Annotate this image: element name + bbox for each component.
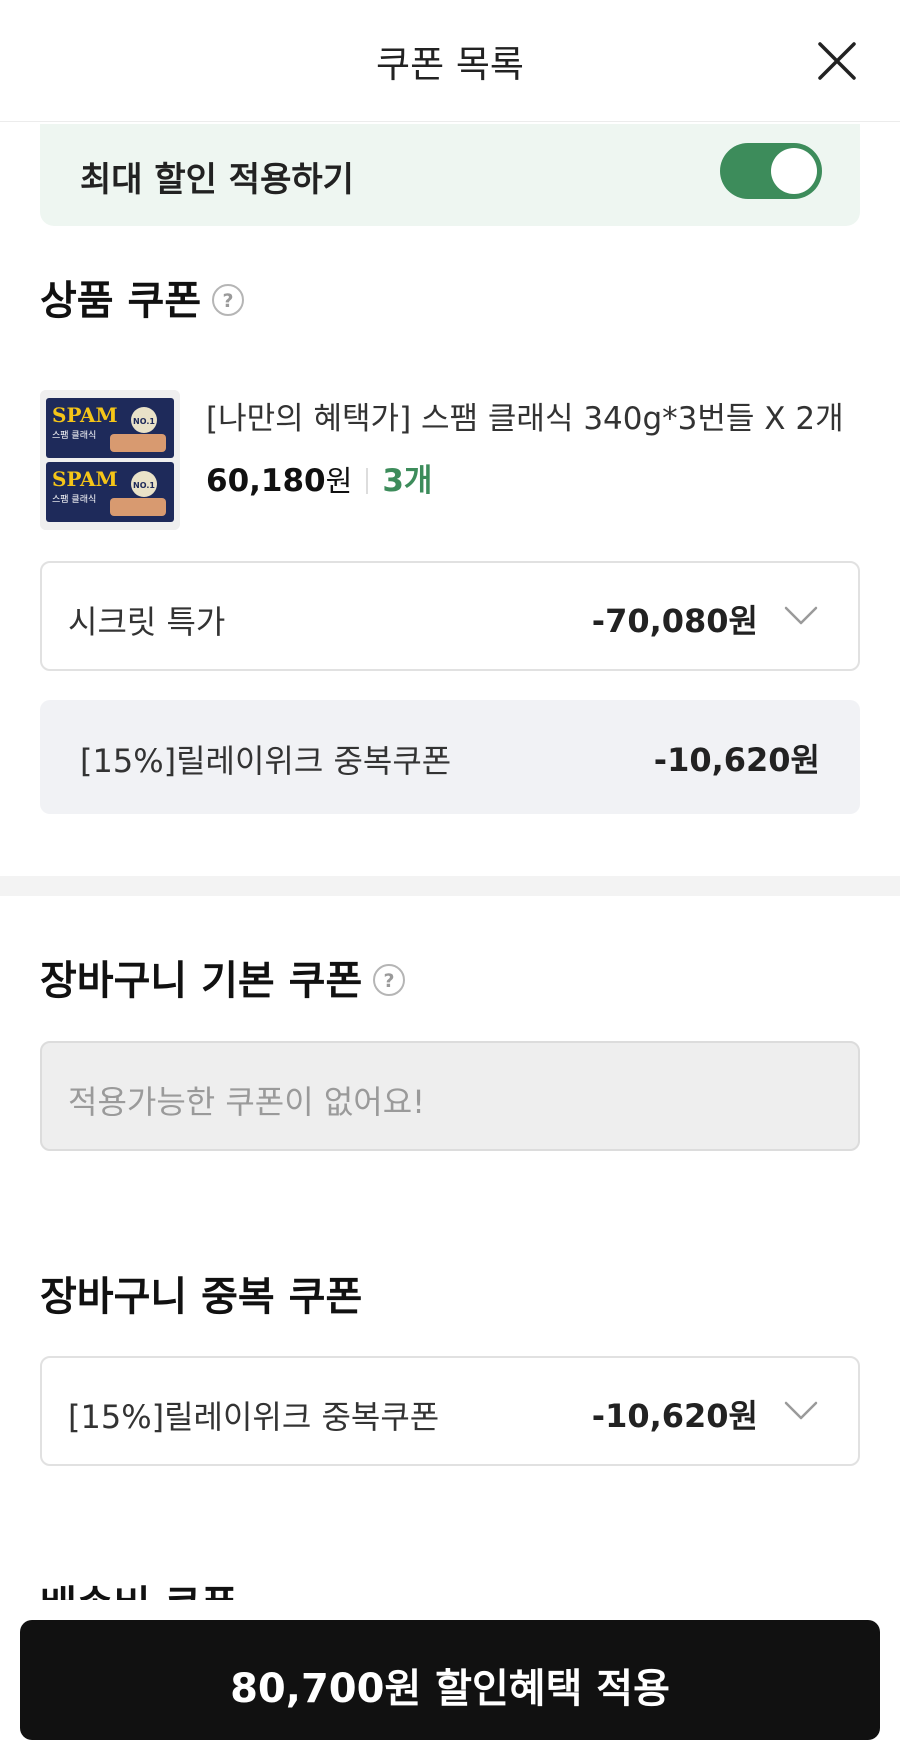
empty-message: 적용가능한 쿠폰이 없어요! [68,1083,426,1121]
svg-text:NO.1: NO.1 [133,417,155,426]
apply-button-label: 80,700원 할인혜택 적용 [230,1666,670,1712]
coupon-select-amount: -10,620원 [591,1397,758,1435]
svg-text:스팸 클래식: 스팸 클래식 [52,494,96,505]
header-bar: 쿠폰 목록 [0,0,900,122]
cart-duplicate-coupon-title: 장바구니 중복 쿠폰 [40,1274,363,1320]
coupon-select-amount: -70,080원 [591,602,758,640]
chevron-down-icon [784,1400,818,1422]
max-discount-label: 최대 할인 적용하기 [80,160,354,200]
cart-duplicate-coupon-select[interactable]: [15%]릴레이위크 중복쿠폰 -10,620원 [40,1356,860,1466]
shipping-coupon-title-partial: 배송비 쿠폰 [40,1582,238,1602]
divider-bar [366,468,369,494]
product-coupon-section-title: 상품 쿠폰? [40,268,245,326]
close-icon [818,42,856,80]
product-name: [나만의 혜택가] 스팸 클래식 340g*3번들 X 2개 [206,401,844,437]
svg-text:NO.1: NO.1 [133,481,155,490]
product-coupon-select[interactable]: 시크릿 특가 -70,080원 [40,561,860,671]
question-circle-icon[interactable]: ? [372,963,406,997]
svg-text:?: ? [223,290,234,312]
coupon-select-label: 시크릿 특가 [68,603,226,641]
apply-discount-button[interactable]: 80,700원 할인혜택 적용 [20,1620,880,1740]
coupon-select-label: [15%]릴레이위크 중복쿠폰 [68,1398,440,1436]
price-unit: 원 [325,464,353,498]
close-button[interactable] [812,36,862,86]
svg-text:스팸 클래식: 스팸 클래식 [52,430,96,441]
applied-coupon-amount: -10,620원 [653,741,820,779]
max-discount-panel: 최대 할인 적용하기 [40,124,860,226]
product-price: 60,180 [206,463,326,499]
max-discount-toggle[interactable] [720,143,822,199]
cart-basic-coupon-empty: 적용가능한 쿠폰이 없어요! [40,1041,860,1151]
svg-text:SPAM: SPAM [52,467,118,491]
section-divider [0,876,900,896]
svg-text:SPAM: SPAM [52,403,118,427]
svg-text:?: ? [384,970,395,992]
product-thumbnail: SPAM 스팸 클래식 NO.1 SPAM 스팸 클래식 NO.1 [40,390,180,530]
page-title: 쿠폰 목록 [376,43,524,86]
cart-basic-coupon-section-title: 장바구니 기본 쿠폰? [40,948,406,1006]
cart-basic-coupon-title: 장바구니 기본 쿠폰 [40,958,363,1004]
shipping-coupon-title: 배송비 쿠폰 [40,1582,238,1602]
toggle-knob [771,148,817,194]
product-quantity: 3개 [382,463,433,499]
question-circle-icon[interactable]: ? [211,283,245,317]
applied-coupon-row: [15%]릴레이위크 중복쿠폰 -10,620원 [40,700,860,814]
chevron-down-icon [784,605,818,627]
applied-coupon-label: [15%]릴레이위크 중복쿠폰 [80,742,452,780]
product-price-row: 60,180원 3개 [206,455,432,500]
product-coupon-title: 상품 쿠폰 [40,278,202,324]
